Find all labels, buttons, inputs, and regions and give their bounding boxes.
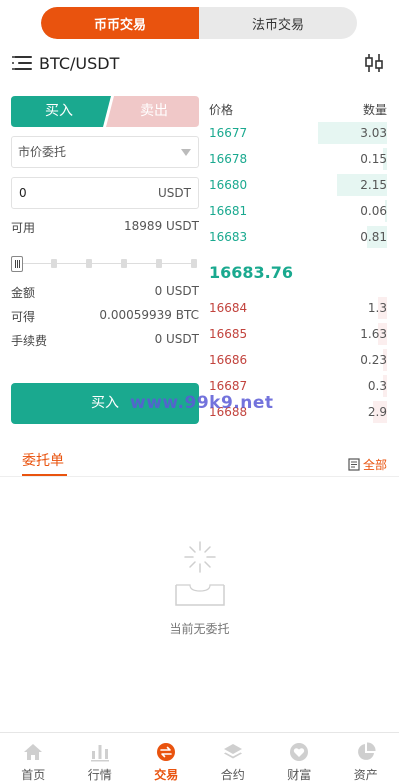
all-orders-label: 全部 [362,458,387,472]
order-quantity: 1.3 [367,301,387,315]
order-price: 16681 [209,204,248,218]
empty-orders-text: 当前无委托 [169,622,230,636]
nav-trade-label: 交易 [154,768,179,782]
active-tab-underline [22,474,67,476]
nav-assets[interactable]: 资产 [333,733,399,783]
fee-value: 0 USDT [154,332,199,346]
order-book-row[interactable]: 16677 3.03 [209,122,387,144]
slider-track [15,263,197,264]
order-quantity: 2.15 [360,178,387,192]
order-quantity: 3.03 [360,126,387,140]
buy-sell-tabs: 买入 卖出 [11,96,199,127]
order-quantity: 0.3 [367,379,387,393]
amount-input[interactable] [12,178,152,208]
pair-selector[interactable]: BTC/USDT [12,52,119,74]
nav-market-label: 行情 [87,768,112,782]
order-price: 16686 [209,353,248,367]
order-book-row[interactable]: 16686 0.23 [209,349,387,371]
order-book-row[interactable]: 16678 0.15 [209,148,387,170]
home-icon [24,744,43,760]
slider-step[interactable] [86,259,92,268]
document-list-icon [348,458,360,471]
price-column-header: 价格 [209,103,234,117]
order-price: 16684 [209,301,248,315]
candlestick-chart-icon[interactable] [364,52,384,74]
empty-box-icon [175,541,225,606]
slider-handle[interactable] [11,256,23,272]
available-value: 18989 USDT [124,219,199,233]
order-price: 16677 [209,126,248,140]
order-quantity: 2.9 [367,405,387,419]
chart-bars-icon [90,745,109,762]
slider-step[interactable] [156,259,162,268]
slider-step[interactable] [121,259,127,268]
total-label: 金额 [11,286,36,300]
quantity-column-header: 数量 [362,103,387,117]
fee-label: 手续费 [11,334,48,348]
nav-market[interactable]: 行情 [67,733,134,783]
amount-field[interactable]: USDT [11,177,199,209]
layers-icon [223,744,242,759]
swap-icon [157,743,176,761]
slider-step[interactable] [191,259,197,268]
order-book-row[interactable]: 16684 1.3 [209,297,387,319]
receive-value: 0.00059939 BTC [99,308,199,322]
pie-icon [357,742,376,760]
nav-wealth-label: 财富 [287,768,312,782]
fee-row: 手续费 0 USDT [11,332,199,350]
total-value: 0 USDT [154,284,199,298]
all-orders-link[interactable]: 全部 [348,456,387,473]
receive-row: 可得 0.00059939 BTC [11,308,199,326]
heart-icon [290,743,309,761]
order-quantity: 0.15 [360,152,387,166]
orders-divider [0,476,399,477]
available-label: 可用 [11,221,36,235]
nav-contract-label: 合约 [220,768,245,782]
total-row: 金额 0 USDT [11,284,199,302]
tab-fiat-trading[interactable]: 法币交易 [199,7,357,39]
watermark: www.99k9.net [130,393,274,413]
order-quantity: 1.63 [360,327,387,341]
dropdown-caret-icon [181,149,191,156]
tab-open-orders[interactable]: 委托单 [22,450,64,470]
percent-slider[interactable] [11,255,199,273]
slider-step[interactable] [51,259,57,268]
order-quantity: 0.23 [360,353,387,367]
market-type-switch: 币币交易 法币交易 [41,7,357,39]
order-book-row[interactable]: 16681 0.06 [209,200,387,222]
order-type-value: 市价委托 [18,145,67,159]
order-quantity: 0.06 [360,204,387,218]
order-book-row[interactable]: 16683 0.81 [209,226,387,248]
receive-label: 可得 [11,310,36,324]
order-book-row[interactable]: 16685 1.63 [209,323,387,345]
order-price: 16678 [209,152,248,166]
nav-home[interactable]: 首页 [0,733,67,783]
nav-home-label: 首页 [21,768,46,782]
bottom-nav: 首页 行情 交易 合约 财富 资产 [0,732,399,783]
pair-name: BTC/USDT [39,53,120,73]
sell-tab[interactable]: 卖出 [109,96,199,127]
available-row: 可用 18989 USDT [11,219,199,237]
nav-contract[interactable]: 合约 [200,733,267,783]
nav-trade[interactable]: 交易 [133,733,200,783]
tab-spot-trading[interactable]: 币币交易 [41,7,199,39]
order-book-header: 价格 数量 [209,101,387,117]
order-price: 16683 [209,230,248,244]
order-type-select[interactable]: 市价委托 [11,136,199,168]
nav-wealth[interactable]: 财富 [266,733,333,783]
menu-icon[interactable] [12,55,32,71]
nav-assets-label: 资产 [353,768,378,782]
last-price: 16683.76 [209,263,294,282]
amount-unit: USDT [158,186,191,200]
order-price: 16680 [209,178,248,192]
buy-tab[interactable]: 买入 [11,96,107,127]
order-quantity: 0.81 [360,230,387,244]
order-price: 16685 [209,327,248,341]
order-book-row[interactable]: 16680 2.15 [209,174,387,196]
